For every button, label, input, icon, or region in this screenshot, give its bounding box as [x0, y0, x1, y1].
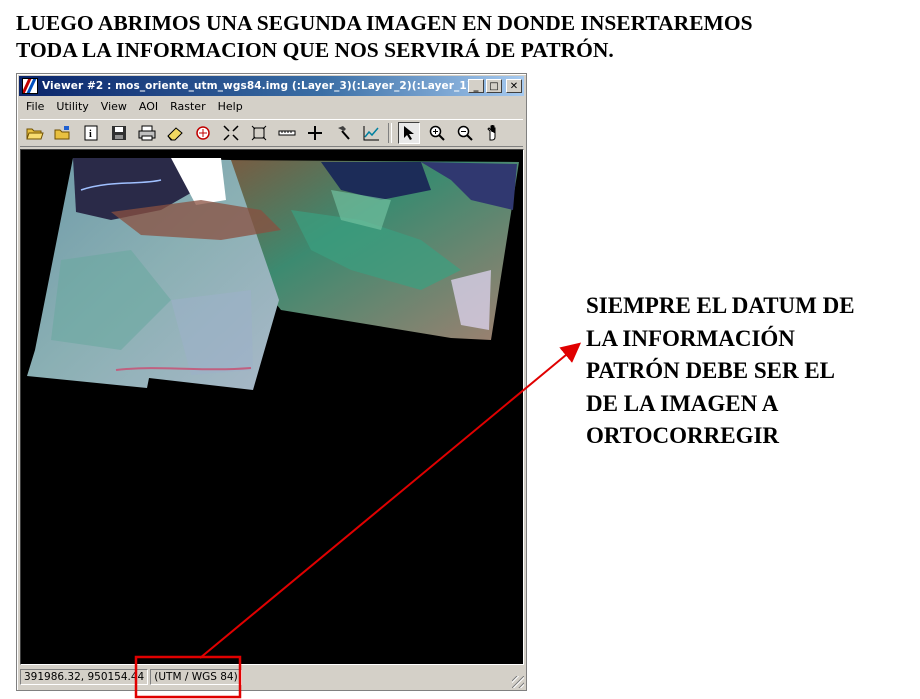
- datum-note-line-5: ORTOCORREGIR: [586, 423, 780, 448]
- hammer-icon: [338, 126, 350, 140]
- profile-button[interactable]: [360, 122, 382, 144]
- resize-grip[interactable]: [512, 676, 524, 688]
- minimize-button[interactable]: _: [468, 79, 484, 93]
- datum-note-line-4: DE LA IMAGEN A: [586, 390, 779, 416]
- viewer-app-icon[interactable]: [22, 78, 38, 94]
- print-icon: [138, 125, 156, 141]
- crosshair-icon: [308, 126, 322, 140]
- eraser-icon: [167, 127, 183, 141]
- menu-utility[interactable]: Utility: [50, 98, 94, 116]
- profile-icon: [363, 126, 379, 141]
- datum-note: SIEMPRE EL DATUM DE LA INFORMACIÓN PATRÓ…: [586, 290, 916, 453]
- measure-button[interactable]: [276, 122, 298, 144]
- maximize-button[interactable]: □: [486, 79, 502, 93]
- menu-view[interactable]: View: [95, 98, 133, 116]
- menu-help[interactable]: Help: [212, 98, 249, 116]
- slide-heading: LUEGO ABRIMOS UNA SEGUNDA IMAGEN EN DOND…: [16, 10, 886, 64]
- zoom-in-arrows-icon: [223, 125, 239, 141]
- layer-info-icon: [196, 126, 210, 140]
- open-button[interactable]: [24, 122, 46, 144]
- select-button[interactable]: [398, 122, 420, 144]
- toolbar-separator: [388, 123, 392, 143]
- hammer-button[interactable]: [332, 122, 354, 144]
- window-title: Viewer #2 : mos_oriente_utm_wgs84.img (:…: [42, 80, 468, 92]
- select-arrow-icon: [404, 126, 414, 140]
- save-button[interactable]: [108, 122, 130, 144]
- pan-button[interactable]: [482, 122, 504, 144]
- image-canvas[interactable]: [20, 149, 524, 665]
- status-bar: 391986.32, 950154.44 (UTM / WGS 84): [20, 667, 523, 687]
- status-projection: (UTM / WGS 84): [150, 669, 242, 685]
- eraser-button[interactable]: [164, 122, 186, 144]
- svg-text:i: i: [89, 129, 92, 140]
- menu-file[interactable]: File: [20, 98, 50, 116]
- datum-note-line-3: PATRÓN DEBE SER EL: [586, 358, 836, 383]
- toolbar: i: [20, 119, 523, 147]
- layer-info-button[interactable]: [192, 122, 214, 144]
- zoom-in-button[interactable]: [426, 122, 448, 144]
- print-button[interactable]: [136, 122, 158, 144]
- zoom-fit-icon: [251, 125, 267, 141]
- zoom-fit-button[interactable]: [248, 122, 270, 144]
- slide-heading-line-1: LUEGO ABRIMOS UNA SEGUNDA IMAGEN EN DOND…: [16, 11, 753, 35]
- save-icon: [112, 126, 126, 140]
- measure-icon: [278, 130, 296, 136]
- crosshair-button[interactable]: [304, 122, 326, 144]
- datum-note-line-1: SIEMPRE EL DATUM DE: [586, 293, 855, 318]
- status-coordinates: 391986.32, 950154.44: [20, 669, 149, 685]
- satellite-mosaic-image: [27, 158, 519, 390]
- menu-aoi[interactable]: AOI: [133, 98, 164, 116]
- open-icon: [26, 128, 44, 140]
- close-button[interactable]: ✕: [506, 79, 522, 93]
- zoom-out-button[interactable]: [454, 122, 476, 144]
- title-bar[interactable]: Viewer #2 : mos_oriente_utm_wgs84.img (:…: [19, 76, 524, 96]
- datum-note-line-2: LA INFORMACIÓN: [586, 325, 795, 351]
- viewer-window: Viewer #2 : mos_oriente_utm_wgs84.img (:…: [16, 73, 527, 691]
- zoom-in-arrows-button[interactable]: [220, 122, 242, 144]
- menu-raster[interactable]: Raster: [164, 98, 211, 116]
- menu-bar: File Utility View AOI Raster Help: [20, 98, 249, 116]
- slide-heading-line-2: TODA LA INFORMACION QUE NOS SERVIRÁ DE P…: [16, 38, 614, 62]
- pan-hand-icon: [487, 125, 496, 141]
- zoom-in-icon: [429, 125, 445, 141]
- zoom-out-icon: [457, 125, 473, 141]
- open-layer-icon: [54, 126, 70, 140]
- info-button[interactable]: i: [80, 122, 102, 144]
- open-layer-button[interactable]: [52, 122, 74, 144]
- info-icon: i: [84, 125, 98, 141]
